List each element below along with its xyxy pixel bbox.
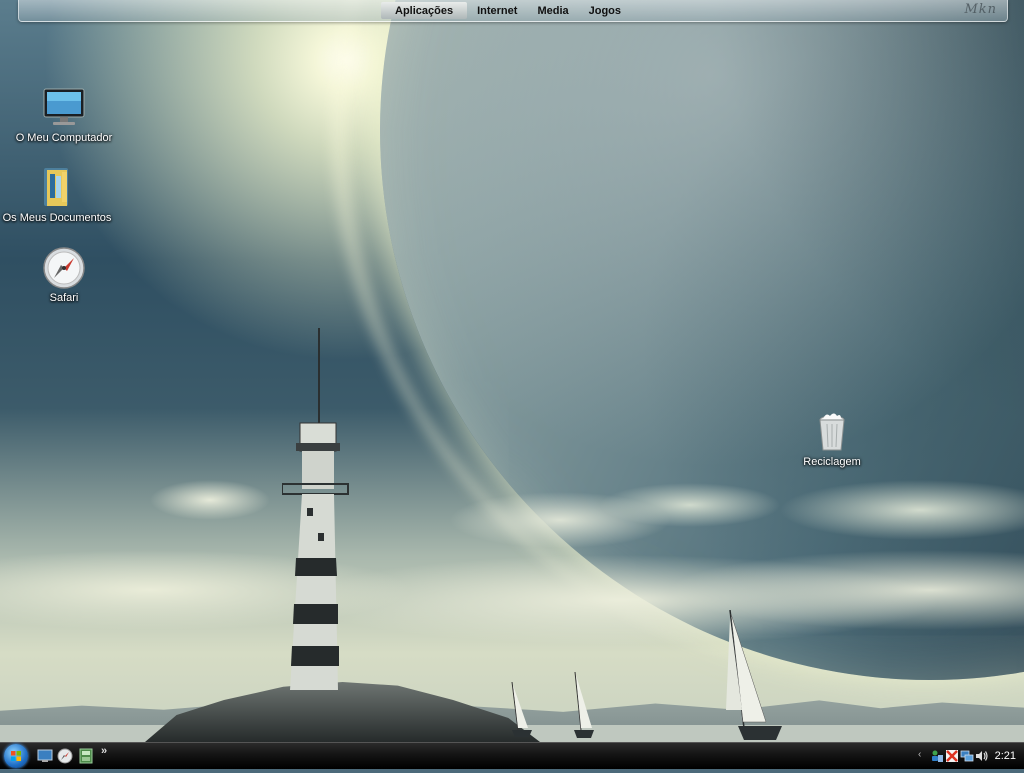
wallpaper-lighthouse	[282, 328, 349, 690]
desktop-icon-my-computer[interactable]: O Meu Computador	[4, 86, 124, 145]
quicklaunch-safari[interactable]	[57, 748, 73, 764]
documents-folder-icon	[33, 166, 81, 210]
menu-media[interactable]: Media	[527, 2, 578, 19]
menu-jogos[interactable]: Jogos	[579, 2, 631, 19]
top-menu-bar: Aplicações Internet Media Jogos Mkn	[18, 0, 1008, 22]
desktop-icon-label: Safari	[49, 292, 79, 304]
taskbar-clock[interactable]: 2:21	[995, 750, 1016, 762]
wallpaper-sailboat-large	[726, 610, 782, 740]
user-network-icon[interactable]	[930, 749, 944, 763]
start-button[interactable]	[4, 744, 28, 768]
show-desktop-icon	[37, 749, 53, 762]
top-menu-items: Aplicações Internet Media Jogos	[381, 2, 631, 19]
desktop-icon-safari[interactable]: Safari	[4, 246, 124, 305]
recycle-bin-icon	[808, 410, 856, 454]
wallpaper-clouds	[0, 470, 1024, 670]
security-alert-icon[interactable]	[945, 749, 959, 763]
wallpaper-sailboat-small-1	[511, 682, 532, 737]
desktop-icon-label: Os Meus Documentos	[2, 212, 112, 224]
volume-icon[interactable]	[975, 749, 989, 763]
artist-signature: Mkn	[964, 2, 997, 17]
window-switcher-icon	[79, 748, 93, 764]
menu-internet[interactable]: Internet	[467, 2, 527, 19]
menu-aplicacoes[interactable]: Aplicações	[381, 2, 468, 19]
network-icon[interactable]	[960, 749, 974, 763]
windows-orb-icon	[11, 751, 21, 761]
desktop-icon-recycle-bin[interactable]: Reciclagem	[772, 410, 892, 469]
desktop-icon-my-documents[interactable]: Os Meus Documentos	[0, 166, 117, 225]
quicklaunch-overflow-chevron[interactable]: »	[101, 745, 107, 757]
taskbar: » ‹ 2:21	[0, 742, 1024, 769]
computer-icon	[40, 86, 88, 130]
system-tray: ‹ 2:21	[914, 743, 1024, 769]
wallpaper-sailboat-small-2	[574, 672, 594, 738]
quicklaunch-switch-windows[interactable]	[78, 748, 94, 764]
safari-compass-icon	[57, 748, 73, 764]
desktop-icon-label: O Meu Computador	[15, 132, 113, 144]
desktop-icon-label: Reciclagem	[803, 456, 861, 468]
quicklaunch-show-desktop[interactable]	[37, 748, 53, 764]
safari-compass-icon	[40, 246, 88, 290]
desktop-wallpaper	[0, 0, 1024, 742]
tray-expand-arrow[interactable]: ‹	[918, 749, 921, 760]
